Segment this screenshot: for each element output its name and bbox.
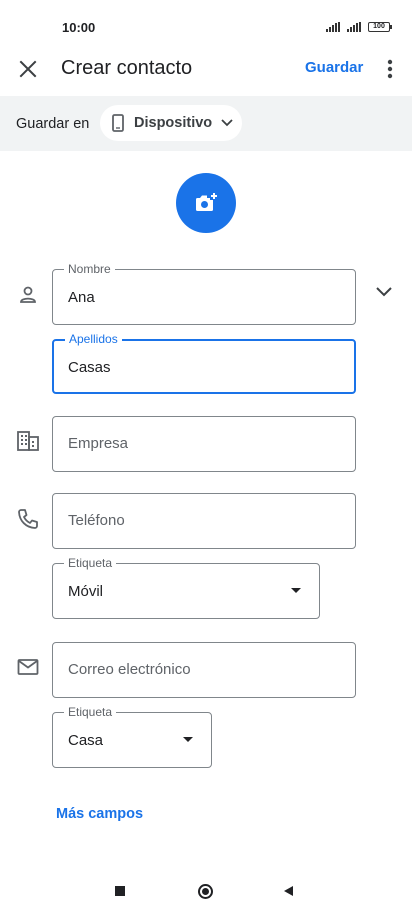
close-icon [19,60,37,78]
app-bar: Crear contacto Guardar [0,38,412,96]
add-photo-button[interactable] [176,173,236,233]
navigation-bar [0,870,412,915]
telefono-field-placeholder: Teléfono [68,512,125,529]
signal-icon [347,22,361,32]
status-icons: 100 [326,22,392,32]
battery-icon: 100 [368,22,392,32]
person-icon [16,283,40,307]
status-time: 10:00 [62,20,96,35]
apellidos-field-value: Casas [68,359,111,376]
more-vert-icon [387,59,393,79]
correo-etiqueta-select[interactable]: Etiqueta Casa [52,705,212,768]
nombre-field-label: Nombre [64,262,115,276]
apellidos-field-label: Apellidos [65,332,122,346]
more-fields-button[interactable]: Más campos [56,806,143,822]
save-in-bar: Guardar en Dispositivo [0,96,412,151]
telefono-field[interactable]: Teléfono [52,493,356,549]
signal-icon [326,22,340,32]
account-selector[interactable]: Dispositivo [100,105,242,141]
more-options-button[interactable] [379,55,401,83]
email-icon [16,655,40,679]
telefono-etiqueta-label: Etiqueta [64,556,117,570]
save-in-label: Guardar en [16,116,90,132]
correo-etiqueta-label: Etiqueta [64,705,117,719]
telefono-etiqueta-value: Móvil [68,583,104,600]
back-icon[interactable] [284,886,293,896]
account-label: Dispositivo [134,115,213,131]
chevron-down-icon [220,118,234,128]
empresa-field[interactable]: Empresa [52,416,356,472]
home-icon[interactable] [198,884,213,899]
correo-field-placeholder: Correo electrónico [68,661,191,678]
business-icon [16,429,40,453]
recents-icon[interactable] [115,886,125,896]
page-title: Crear contacto [61,57,193,79]
dropdown-arrow-icon [291,588,301,593]
nombre-field[interactable]: Nombre Ana [52,262,356,325]
telefono-etiqueta-select[interactable]: Etiqueta Móvil [52,556,320,619]
phone-icon [112,114,124,132]
save-button[interactable]: Guardar [305,59,363,76]
correo-etiqueta-value: Casa [68,732,104,749]
close-button[interactable] [14,55,42,83]
correo-field[interactable]: Correo electrónico [52,642,356,698]
phone-call-icon [16,507,40,531]
battery-level: 100 [373,23,385,30]
nombre-field-value: Ana [68,289,95,306]
apellidos-field[interactable]: Apellidos Casas [52,332,356,394]
chevron-down-icon [376,287,392,297]
dropdown-arrow-icon [183,737,193,742]
empresa-field-placeholder: Empresa [68,435,129,452]
add-photo-icon [196,192,218,211]
expand-name-button[interactable] [372,280,396,304]
